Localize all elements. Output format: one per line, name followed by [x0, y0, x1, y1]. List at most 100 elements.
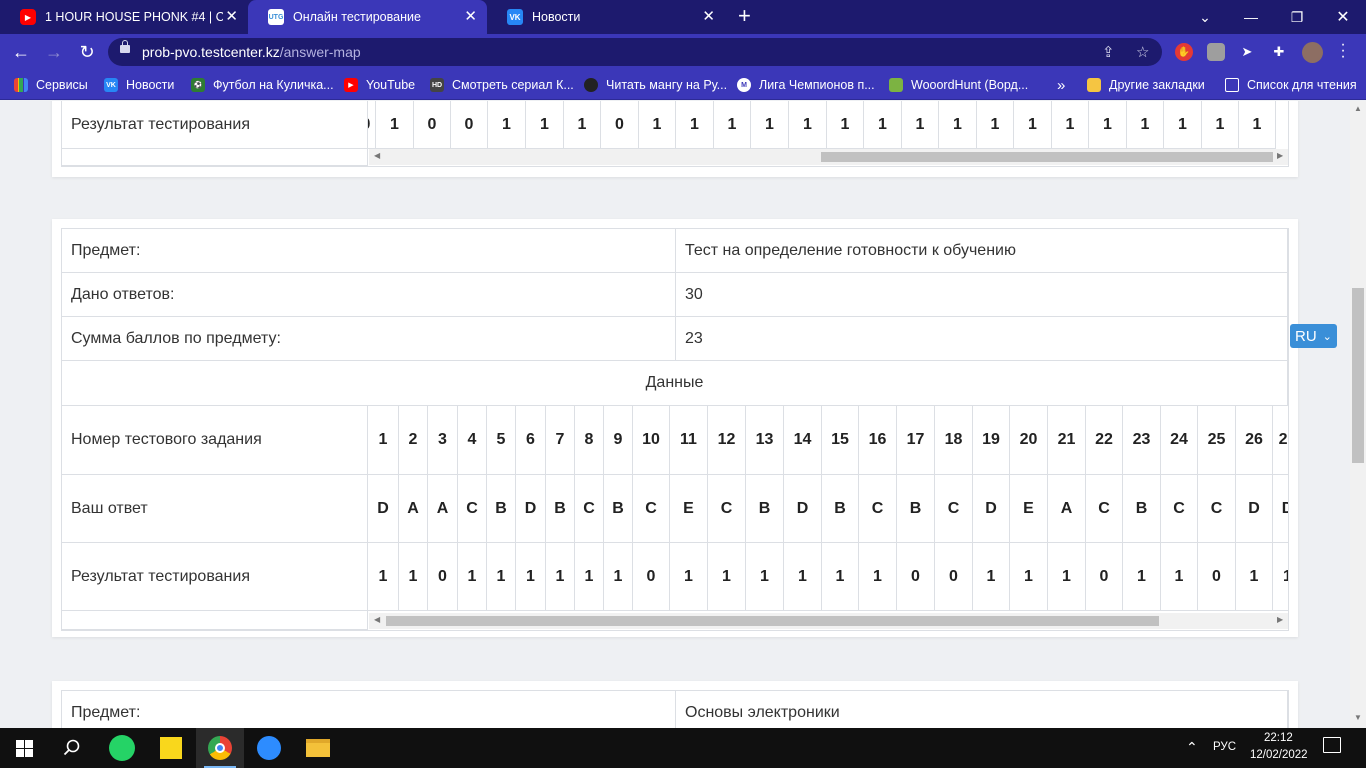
puzzle-icon[interactable]: ✚: [1270, 43, 1288, 61]
task-number-cell: 17: [897, 406, 934, 475]
adblock-icon[interactable]: ✋: [1175, 43, 1193, 61]
file-explorer-app[interactable]: [294, 728, 342, 768]
close-icon[interactable]: ✕: [702, 9, 715, 25]
back-button[interactable]: ←: [8, 39, 34, 65]
task-column: 1: [526, 101, 564, 149]
close-icon[interactable]: ✕: [464, 9, 477, 25]
task-number-cell: 20: [1010, 406, 1047, 475]
task-number-cell: 23: [1123, 406, 1160, 475]
bookmarks-overflow-button[interactable]: »: [1057, 76, 1065, 94]
task-column: 1: [939, 101, 977, 149]
forward-button[interactable]: →: [41, 39, 67, 65]
sticky-notes-app[interactable]: [147, 728, 195, 768]
bookmark-manga[interactable]: Читать мангу на Ру...: [584, 76, 727, 94]
restore-button[interactable]: ❐: [1274, 0, 1320, 34]
reading-list[interactable]: Список для чтения: [1225, 76, 1357, 94]
close-window-button[interactable]: ✕: [1320, 0, 1366, 34]
scroll-left-arrow[interactable]: ◀: [374, 615, 380, 624]
result-cell: 1: [516, 543, 545, 611]
task-number-cell: 8: [575, 406, 603, 475]
answer-cell: A: [1048, 475, 1085, 543]
task-column: 7B1: [546, 406, 575, 611]
bookmark-champions[interactable]: M Лига Чемпионов п...: [737, 76, 875, 94]
answer-cell: B: [822, 475, 858, 543]
task-number-cell: 24: [1161, 406, 1197, 475]
tab-testing[interactable]: UTG Онлайн тестирование ✕: [248, 0, 487, 34]
result-cell: 1: [487, 543, 515, 611]
task-number-cell: 27: [1273, 406, 1288, 475]
show-hidden-icons[interactable]: ⌃: [1186, 739, 1198, 756]
vertical-scrollbar[interactable]: ▲ ▼: [1350, 101, 1366, 728]
scroll-down-arrow[interactable]: ▼: [1354, 713, 1362, 722]
tab-search-button[interactable]: ⌄: [1182, 0, 1228, 34]
task-column: 0: [368, 101, 376, 149]
minimize-button[interactable]: —: [1228, 0, 1274, 34]
avatar[interactable]: [1302, 42, 1323, 63]
notifications-icon[interactable]: [1323, 737, 1341, 753]
bookmark-football[interactable]: ⚽ Футбол на Куличка...: [191, 76, 334, 94]
answer-cell: C: [1086, 475, 1122, 543]
result-cell: 1: [1164, 101, 1201, 149]
extension-icon[interactable]: [1207, 43, 1225, 61]
input-language[interactable]: РУС: [1213, 741, 1236, 753]
scrollbar-thumb[interactable]: [1352, 288, 1364, 463]
scrollbar-thumb[interactable]: [386, 616, 1159, 626]
tab-vk[interactable]: VK Новости ✕: [487, 0, 725, 34]
menu-icon[interactable]: · · ·: [1340, 37, 1346, 65]
lock-icon[interactable]: [120, 40, 130, 53]
bookmark-news[interactable]: VK Новости: [104, 76, 174, 94]
whatsapp-app[interactable]: [98, 728, 146, 768]
scrollbar-thumb[interactable]: [821, 152, 1273, 162]
task-number-cell: 18: [935, 406, 972, 475]
new-tab-button[interactable]: +: [738, 5, 751, 27]
task-column: 22 C 0: [1086, 406, 1123, 611]
bookmark-wooordhunt[interactable]: WooordHunt (Ворд...: [889, 76, 1028, 94]
reload-button[interactable]: ↻: [74, 39, 100, 65]
scroll-right-arrow[interactable]: ▶: [1277, 615, 1283, 624]
answer-cell: D: [516, 475, 545, 543]
bookmark-youtube[interactable]: ▶ YouTube: [344, 76, 415, 94]
answer-cell: B: [897, 475, 934, 543]
answer-cell: C: [935, 475, 972, 543]
scroll-up-arrow[interactable]: ▲: [1354, 104, 1362, 113]
clock-time[interactable]: 22:12: [1264, 732, 1293, 744]
bookmark-other[interactable]: Другие закладки: [1087, 76, 1205, 94]
result-cell: 1: [784, 543, 821, 611]
task-column: 6D1: [516, 406, 546, 611]
task-number-cell: 19: [973, 406, 1009, 475]
task-number-cell: 2: [399, 406, 427, 475]
clock-date[interactable]: 12/02/2022: [1250, 749, 1308, 761]
data-section-header: Данные: [62, 361, 1288, 406]
scroll-right-arrow[interactable]: ▶: [1277, 151, 1283, 160]
task-number-cell: 25: [1198, 406, 1235, 475]
address-bar[interactable]: prob-pvo.testcenter.kz/answer-map ⇪ ☆: [108, 38, 1162, 66]
horizontal-scrollbar[interactable]: ◀ ▶: [369, 149, 1288, 165]
scroll-left-arrow[interactable]: ◀: [374, 151, 380, 160]
task-number-cell: 9: [604, 406, 632, 475]
url-text[interactable]: prob-pvo.testcenter.kz/answer-map: [142, 44, 361, 60]
tab-youtube[interactable]: ▶ 1 HOUR HOUSE PHONK #4 | Сбо ✕: [0, 0, 248, 34]
youtube-icon: ▶: [344, 78, 358, 92]
answer-cell: D: [784, 475, 821, 543]
start-button[interactable]: [0, 728, 48, 768]
answer-cell: B: [546, 475, 574, 543]
chrome-icon: [208, 736, 232, 760]
result-cell: 1: [639, 101, 675, 149]
zoom-app[interactable]: [245, 728, 293, 768]
subject-label: Предмет:: [62, 691, 676, 728]
tab-title: Новости: [532, 10, 581, 24]
task-number-cell: 7: [546, 406, 574, 475]
task-column: 1: [564, 101, 601, 149]
share-icon[interactable]: ⇪: [1102, 43, 1115, 61]
chrome-app[interactable]: [196, 728, 244, 768]
bookmark-series[interactable]: HD Смотреть сериал К...: [430, 76, 574, 94]
language-select[interactable]: RU ⌄: [1290, 324, 1337, 348]
horizontal-scrollbar[interactable]: ◀ ▶: [369, 613, 1288, 629]
result-cell: 1: [977, 101, 1013, 149]
cursor-extension-icon[interactable]: ➤: [1238, 43, 1256, 61]
result-cell: 1: [376, 101, 413, 149]
star-icon[interactable]: ☆: [1136, 43, 1149, 61]
bookmark-services[interactable]: Сервисы: [14, 76, 88, 94]
search-button[interactable]: [48, 728, 96, 768]
close-icon[interactable]: ✕: [225, 9, 238, 25]
